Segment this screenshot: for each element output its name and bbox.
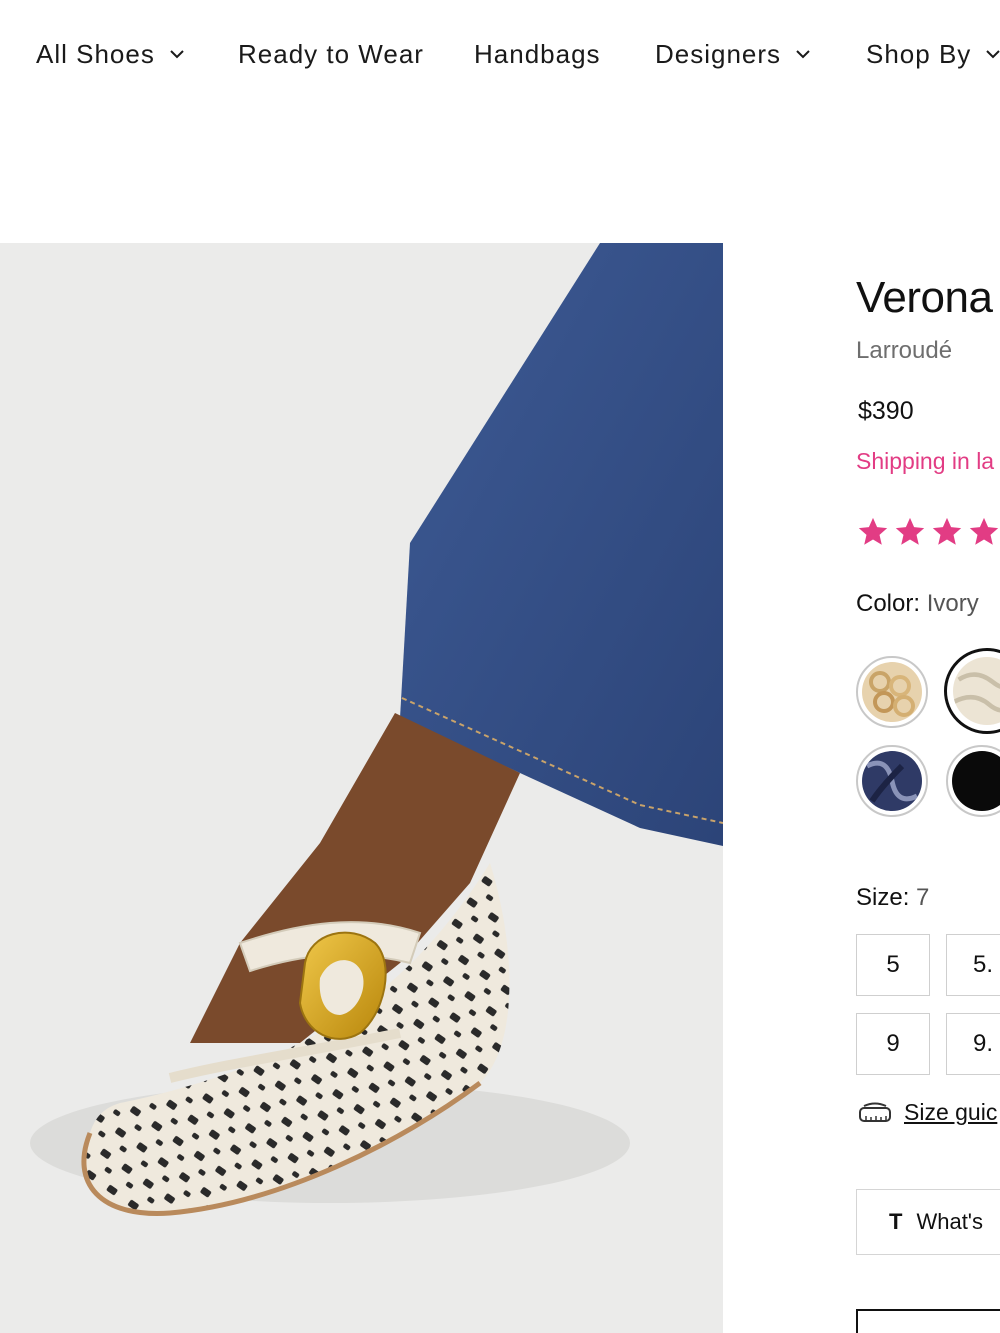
size-option-9-5[interactable]: 9. <box>946 1013 1000 1075</box>
navy-print-swatch-icon <box>862 751 922 811</box>
size-option-5-5[interactable]: 5. <box>946 934 1000 996</box>
star-icon <box>858 517 888 545</box>
gold-chain-swatch-icon <box>862 662 922 722</box>
chevron-down-icon <box>985 46 1000 62</box>
black-swatch-icon <box>952 751 1000 811</box>
swatch-black[interactable] <box>946 745 1000 817</box>
rating-stars[interactable] <box>856 515 1000 549</box>
nav-ready-to-wear-label: Ready to Wear <box>238 38 424 69</box>
product-image[interactable] <box>0 243 723 1333</box>
product-title: Verona <box>856 273 993 322</box>
star-icon <box>969 517 999 545</box>
swatch-navy-print[interactable] <box>856 745 928 817</box>
color-value: Ivory <box>926 590 979 617</box>
size-label: Size: <box>856 884 910 911</box>
whats-label: What's <box>916 1209 984 1234</box>
star-icon <box>895 517 925 545</box>
text-icon: T <box>889 1209 903 1234</box>
nav-ready-to-wear[interactable]: Ready to Wear <box>238 36 424 72</box>
color-label: Color: <box>856 590 921 617</box>
product-info-panel: Verona Larroudé $390 Shipping in la Colo… <box>856 243 1000 1333</box>
swatch-gold-chain[interactable] <box>856 656 928 728</box>
nav-all-shoes[interactable]: All Shoes <box>36 36 185 72</box>
nav-all-shoes-label: All Shoes <box>36 38 155 69</box>
nav-designers[interactable]: Designers <box>655 36 811 72</box>
product-brand[interactable]: Larroudé <box>856 337 952 365</box>
nav-shop-by-label: Shop By <box>866 38 972 69</box>
add-to-bag-button[interactable] <box>856 1309 1000 1333</box>
star-icon <box>932 517 962 545</box>
shipping-notice: Shipping in la <box>856 448 995 474</box>
chevron-down-icon <box>169 46 185 62</box>
top-navigation: All Shoes Ready to Wear Handbags Designe… <box>0 0 1000 110</box>
ruler-icon <box>859 1102 891 1122</box>
size-option-5[interactable]: 5 <box>856 934 930 996</box>
size-guide-link[interactable]: Size guic <box>858 1099 997 1126</box>
nav-shop-by[interactable]: Shop By <box>866 36 1000 72</box>
nav-handbags-label: Handbags <box>474 38 601 69</box>
nav-handbags[interactable]: Handbags <box>474 36 601 72</box>
chevron-down-icon <box>795 46 811 62</box>
product-photo-illustration <box>30 243 723 1216</box>
size-option-9[interactable]: 9 <box>856 1013 930 1075</box>
color-label-row: Color: Ivory <box>856 590 979 618</box>
ivory-swatch-icon <box>953 657 1000 725</box>
size-guide-label: Size guic <box>904 1099 998 1125</box>
swatch-ivory[interactable] <box>944 648 1000 734</box>
size-label-row: Size: 7 <box>856 884 929 912</box>
whats-new-button[interactable]: T What's <box>856 1189 1000 1255</box>
nav-designers-label: Designers <box>655 38 782 69</box>
product-price: $390 <box>858 397 914 425</box>
size-value: 7 <box>916 884 930 911</box>
